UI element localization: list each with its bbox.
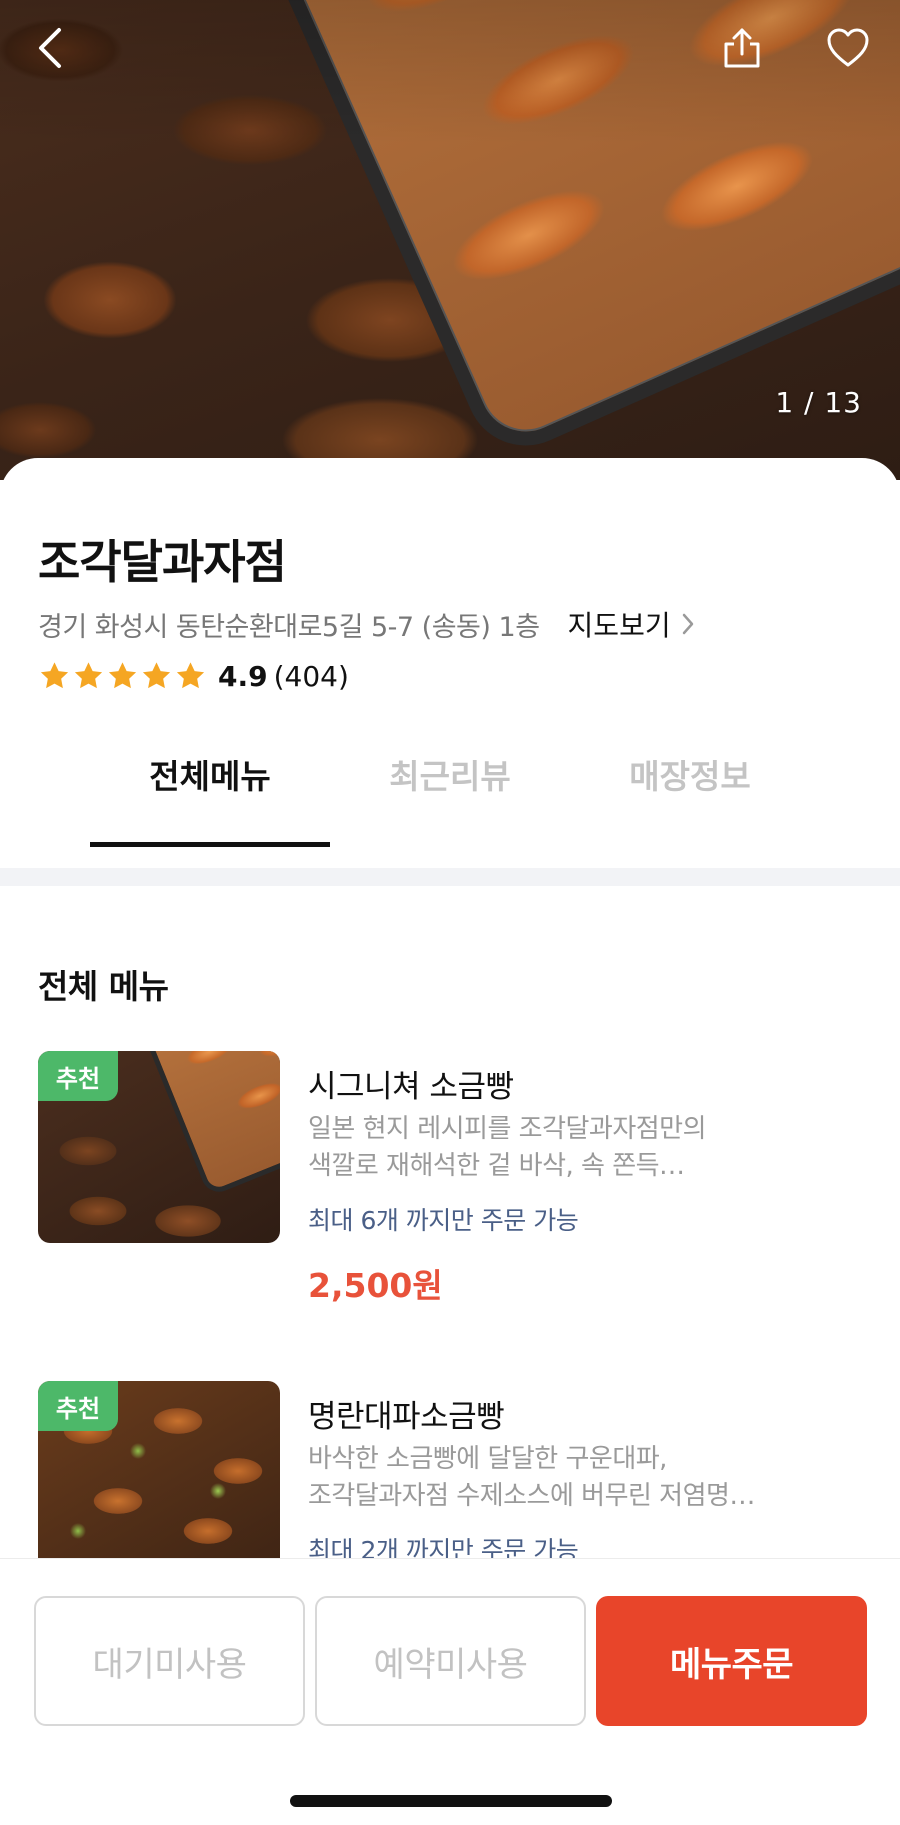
hero-image-carousel[interactable]: 1 / 13 xyxy=(0,0,900,480)
star-rating xyxy=(38,660,208,692)
menu-item-thumbnail: 추천 xyxy=(38,1051,280,1243)
rating-score: 4.9 xyxy=(218,659,268,693)
menu-item-price: 2,500원 xyxy=(308,1266,443,1305)
heart-icon xyxy=(827,28,869,67)
tab-recent-reviews[interactable]: 최근리뷰 xyxy=(330,716,570,832)
tab-bar: 전체메뉴 최근리뷰 매장정보 xyxy=(0,716,900,832)
map-view-link[interactable]: 지도보기 xyxy=(568,604,695,644)
review-count[interactable]: (404) xyxy=(274,660,349,693)
like-button[interactable] xyxy=(818,18,878,78)
waitlist-button[interactable]: 대기미사용 xyxy=(34,1596,305,1726)
image-counter: 1 / 13 xyxy=(775,386,862,419)
map-view-label: 지도보기 xyxy=(567,609,671,642)
chevron-right-icon xyxy=(682,613,693,635)
star-icon xyxy=(40,662,69,689)
back-button[interactable] xyxy=(20,18,80,78)
star-icon xyxy=(108,662,137,689)
section-divider xyxy=(0,868,900,886)
active-tab-indicator xyxy=(90,842,330,847)
menu-item-name: 시그니쳐 소금빵 xyxy=(308,1069,514,1105)
tab-all-menu[interactable]: 전체메뉴 xyxy=(90,716,330,832)
menu-item-description: 일본 현지 레시피를 조각달과자점만의 색깔로 재해석한 겉 바삭, 속 쫀득… xyxy=(308,1114,707,1181)
tab-store-info[interactable]: 매장정보 xyxy=(570,716,810,832)
star-icon xyxy=(176,662,205,689)
menu-section-title: 전체 메뉴 xyxy=(38,967,169,1006)
menu-item-name: 명란대파소금빵 xyxy=(308,1399,505,1435)
address-row: 경기 화성시 동탄순환대로5길 5-7 (송동) 1층 지도보기 xyxy=(38,604,695,644)
star-icon xyxy=(142,662,171,689)
rating-row: 4.9 (404) xyxy=(38,656,349,696)
bottom-action-bar: 대기미사용 예약미사용 메뉴주문 xyxy=(0,1558,900,1825)
order-menu-button[interactable]: 메뉴주문 xyxy=(596,1596,867,1726)
menu-item-signature-salt-bread[interactable]: 추천 시그니쳐 소금빵 일본 현지 레시피를 조각달과자점만의 색깔로 재해석한… xyxy=(0,1051,900,1305)
menu-item-description: 바삭한 소금빵에 달달한 구운대파, 조각달과자점 수제소스에 버무린 저염명… xyxy=(308,1444,755,1511)
reservation-button[interactable]: 예약미사용 xyxy=(315,1596,586,1726)
chevron-left-icon xyxy=(39,28,61,68)
star-icon xyxy=(74,662,103,689)
menu-item-order-limit: 최대 6개 까지만 주문 가능 xyxy=(308,1206,579,1235)
share-button[interactable] xyxy=(712,18,772,78)
home-indicator xyxy=(290,1795,612,1807)
store-name: 조각달과자점 xyxy=(38,535,287,589)
menu-item-thumbnail: 추천 xyxy=(38,1381,280,1573)
share-icon xyxy=(724,28,760,68)
recommended-badge: 추천 xyxy=(38,1381,118,1431)
recommended-badge: 추천 xyxy=(38,1051,118,1101)
store-address: 경기 화성시 동탄순환대로5길 5-7 (송동) 1층 xyxy=(38,611,540,643)
